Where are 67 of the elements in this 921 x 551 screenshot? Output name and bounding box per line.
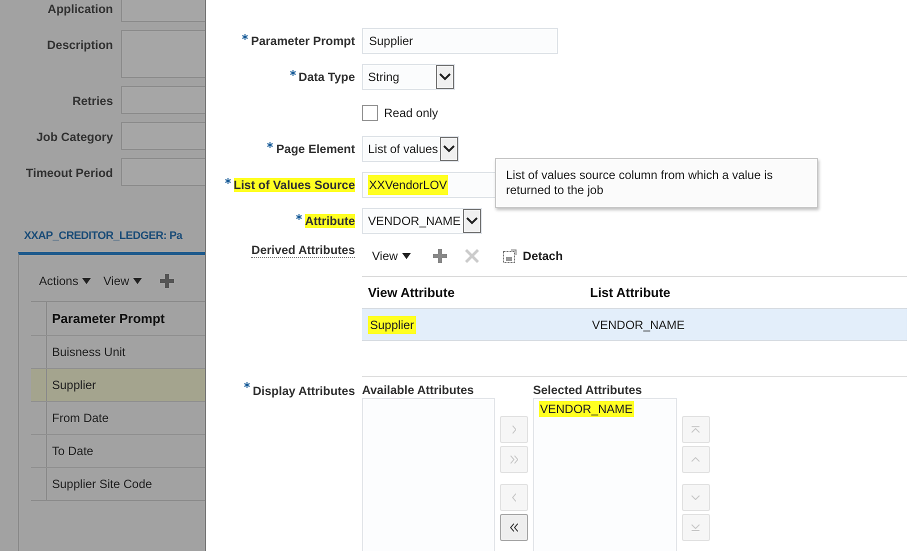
dropdown[interactable]: String: [362, 64, 455, 90]
table-row[interactable]: From Date: [31, 401, 205, 434]
dropdown[interactable]: VENDOR_NAME: [362, 208, 482, 234]
field-label: Page Element: [276, 142, 355, 156]
table-row[interactable]: Supplier: [31, 368, 205, 401]
chevron-icon: [512, 492, 516, 502]
table-cell-text: Supplier Site Code: [51, 477, 152, 491]
field-label: Attribute: [305, 214, 355, 228]
selected-list[interactable]: VENDOR_NAME: [533, 398, 677, 551]
detach-button[interactable]: Detach: [502, 249, 563, 263]
field-label: Retries: [71, 93, 113, 108]
move-button[interactable]: [500, 514, 528, 541]
add-icon[interactable]: [432, 249, 447, 263]
input-field[interactable]: [121, 158, 205, 186]
field-label: Description: [46, 37, 113, 52]
table-cell-text: Buisness Unit: [51, 345, 126, 359]
table-cell-text: Supplier: [51, 378, 96, 392]
column-header: View Attribute: [367, 285, 456, 300]
field-label: List of Values Source: [234, 178, 355, 192]
tooltip: List of values source column from which a value is returned to the job: [495, 158, 818, 208]
input-field[interactable]: [121, 86, 205, 114]
caret-icon[interactable]: [402, 252, 411, 260]
table-row[interactable]: Supplier VENDOR_NAME: [362, 309, 907, 341]
checkbox[interactable]: [362, 105, 378, 121]
table-cell-text: VENDOR_NAME: [591, 316, 686, 334]
add-icon[interactable]: [160, 274, 174, 288]
chevron-icon: [691, 494, 701, 500]
description-field[interactable]: [121, 30, 205, 78]
caret-icon[interactable]: [82, 278, 92, 284]
view-menu-button[interactable]: View: [372, 249, 411, 263]
chevron-icon: [691, 524, 701, 532]
text-field[interactable]: Supplier: [362, 28, 558, 54]
field-label: Parameter Prompt: [250, 34, 355, 48]
menu-button[interactable]: View: [103, 274, 142, 288]
list-title: Available Attributes: [362, 383, 475, 398]
field-label: Job Category: [35, 129, 113, 144]
field-label: Application: [46, 1, 113, 16]
chevron-icon: [510, 522, 518, 532]
table-cell-text: From Date: [51, 411, 109, 425]
input-field[interactable]: [121, 122, 205, 150]
column-header: Parameter Prompt: [51, 311, 165, 326]
chevron-icon: [510, 454, 518, 464]
table-row[interactable]: Supplier Site Code: [31, 467, 205, 500]
chevron-down-icon[interactable]: [439, 73, 451, 81]
table-cell-text: To Date: [51, 444, 94, 458]
chevron-icon: [691, 456, 701, 462]
field-label: Timeout Period: [24, 165, 113, 180]
table-row[interactable]: To Date: [31, 434, 205, 467]
column-header: List Attribute: [589, 285, 672, 300]
field-label: Data Type: [298, 70, 355, 84]
chevron-down-icon[interactable]: [443, 145, 456, 153]
field-label: Display Attributes: [252, 384, 355, 398]
checkbox-label: Read only: [384, 106, 438, 120]
input-field[interactable]: [121, 0, 205, 22]
menu-button[interactable]: Actions: [39, 274, 92, 288]
chevron-icon: [512, 424, 516, 434]
detach-icon[interactable]: [502, 249, 517, 263]
caret-icon[interactable]: [133, 278, 142, 284]
chevron-down-icon[interactable]: [466, 217, 478, 225]
dropdown[interactable]: List of values: [362, 136, 460, 162]
field-label: Derived Attributes: [251, 243, 355, 258]
table-cell: Supplier: [368, 316, 416, 334]
list-title: Selected Attributes: [533, 383, 643, 398]
delete-icon[interactable]: [464, 249, 479, 263]
available-list[interactable]: [362, 398, 495, 551]
chevron-icon: [691, 426, 701, 434]
list-item[interactable]: VENDOR_NAME: [539, 401, 634, 417]
